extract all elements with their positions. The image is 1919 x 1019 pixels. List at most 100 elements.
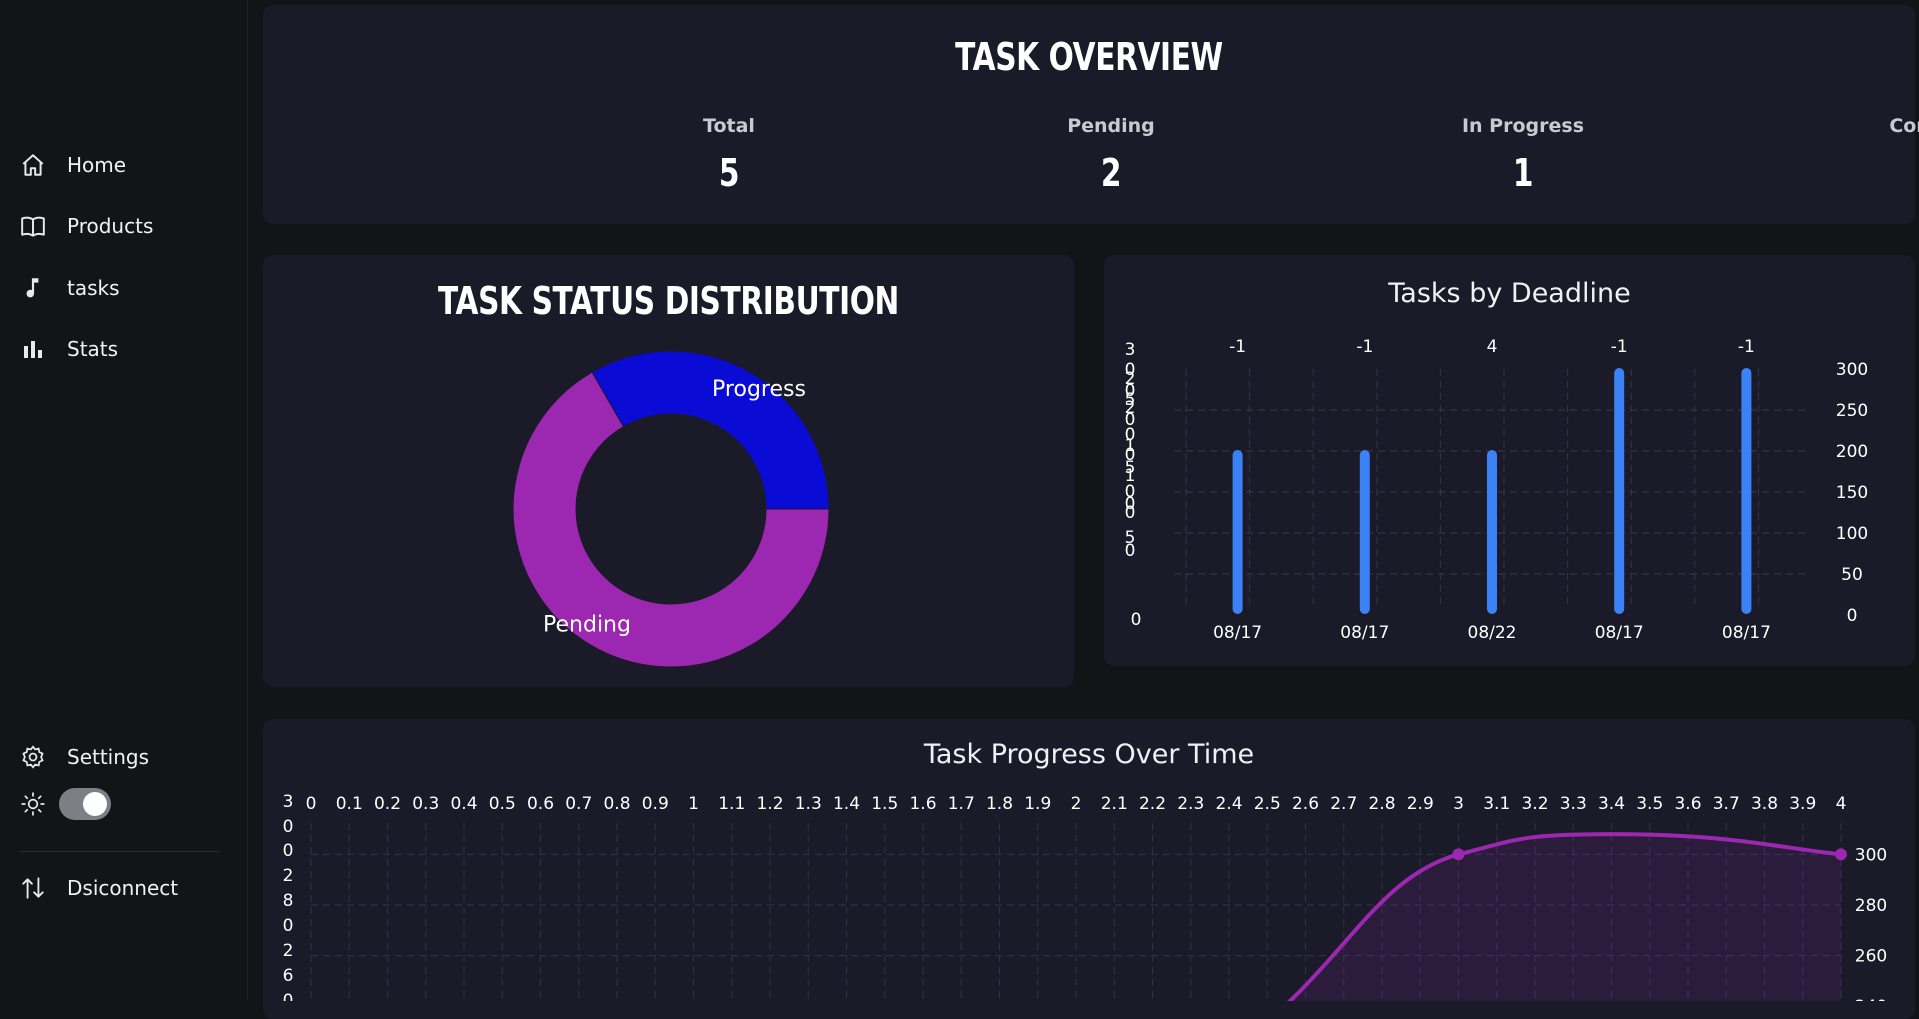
x-tick-label: 2.7	[1330, 794, 1357, 814]
sidebar: Home Products tasks Stats Settings Dsico…	[0, 0, 248, 1001]
y-tick-label: 240	[1855, 997, 1887, 1001]
y-tick-label: 280	[1855, 896, 1887, 916]
sidebar-item-label: Settings	[67, 745, 150, 769]
stat-in-progress: In Progress 1	[1393, 115, 1653, 195]
stat-label: Total	[703, 115, 755, 137]
stat-label: Completed	[1889, 115, 1919, 137]
sidebar-item-stats[interactable]: Stats	[19, 331, 229, 367]
x-tick-label: 0.8	[603, 794, 630, 814]
stat-completed: Completed 0	[1817, 115, 1919, 195]
sidebar-item-label: tasks	[67, 276, 120, 300]
sidebar-item-tasks[interactable]: tasks	[19, 270, 229, 306]
x-tick-label: 1.5	[871, 794, 898, 814]
x-tick-label: 3.2	[1521, 794, 1548, 814]
music-note-icon	[19, 274, 47, 302]
y-tick-label: 3	[1125, 340, 1136, 360]
y-tick-label: 260	[1855, 947, 1887, 967]
x-tick-label: 2	[1071, 794, 1082, 814]
sidebar-item-label: Home	[67, 153, 127, 177]
x-tick-label: 2.3	[1177, 794, 1204, 814]
y-tick-label: 0	[283, 991, 294, 1001]
y-tick-label: 8	[283, 891, 294, 911]
data-point[interactable]	[1452, 848, 1465, 861]
x-tick-label: 0.1	[336, 794, 363, 814]
stat-label: Pending	[1067, 115, 1155, 137]
y-tick-label: 250	[1836, 401, 1868, 421]
x-tick-label: 1.9	[1024, 794, 1051, 814]
x-tick-label: 0.2	[374, 794, 401, 814]
x-tick-label: 0.7	[565, 794, 592, 814]
x-tick-label: 0.5	[489, 794, 516, 814]
x-tick-label: 1	[688, 794, 699, 814]
x-tick-label: 0.6	[527, 794, 554, 814]
disconnect-button[interactable]: Dsiconnect	[19, 870, 229, 906]
sidebar-divider	[19, 851, 219, 852]
disconnect-icon	[19, 874, 47, 902]
x-tick-label: 3.1	[1483, 794, 1510, 814]
y-tick-label: 0	[283, 916, 294, 936]
bar-chart: -108/17-108/17408/22-108/17-108/17300250…	[1125, 337, 1869, 643]
x-tick-label: 1.2	[756, 794, 783, 814]
y-tick-label: 2	[283, 866, 294, 886]
bar-data-label: 4	[1487, 337, 1498, 357]
sidebar-item-label: Stats	[67, 337, 119, 361]
y-tick-label: 0	[1125, 503, 1136, 523]
x-tick-label: 08/17	[1595, 623, 1644, 643]
y-tick-label: 300	[1836, 360, 1868, 380]
x-tick-label: 3.5	[1636, 794, 1663, 814]
book-icon	[19, 212, 47, 240]
x-tick-label: 3.3	[1560, 794, 1587, 814]
x-tick-label: 3	[1453, 794, 1464, 814]
donut-slice-label: Pending	[543, 612, 631, 637]
gear-icon	[19, 743, 47, 771]
x-tick-label: 4	[1836, 794, 1847, 814]
sidebar-item-label: Dsiconnect	[67, 876, 179, 900]
deadline-card: Tasks by Deadline -1 08/17 -1 08/17 4 08/22 -1…	[1104, 255, 1915, 666]
bar-data-label: -1	[1229, 337, 1246, 357]
x-tick-label: 2.1	[1101, 794, 1128, 814]
data-point[interactable]	[1835, 848, 1847, 861]
y-tick-label: 3	[283, 792, 294, 812]
x-tick-label: 0.4	[450, 794, 477, 814]
x-tick-label: 1.7	[948, 794, 975, 814]
x-tick-label: 2.2	[1139, 794, 1166, 814]
overview-title: TASK OVERVIEW	[955, 35, 1223, 79]
donut-chart: Progress Pending	[512, 350, 830, 668]
x-tick-label: 2.6	[1292, 794, 1319, 814]
y-tick-label: 0	[1847, 606, 1858, 626]
y-tick-label: 50	[1841, 565, 1863, 585]
y-tick-label: 300	[1855, 845, 1887, 865]
bar-data-label: -1	[1356, 337, 1373, 357]
x-tick-label: 08/22	[1468, 623, 1517, 643]
area-chart: 0 0.1 0.2 0.3 0.4 0.5 0.6 0.7 0.8 0.9 1 1.1 1.2 1.3 1.…	[283, 792, 1887, 1001]
y-tick-label: 150	[1836, 483, 1868, 503]
x-tick-label: 1.4	[833, 794, 860, 814]
theme-toggle[interactable]	[59, 788, 111, 820]
progress-card: Task Progress Over Time 0 0.1 0.2 0.3 0.4 0.5…	[263, 719, 1915, 1019]
x-tick-label: 1.3	[795, 794, 822, 814]
y-tick-label: 0	[1125, 541, 1136, 561]
stat-value: 2	[1100, 151, 1122, 195]
donut-slice-progress[interactable]	[591, 350, 830, 510]
stat-total: Total 5	[599, 115, 859, 195]
sidebar-item-home[interactable]: Home	[19, 147, 229, 183]
sun-icon	[20, 791, 48, 819]
donut-slice-label: Progress	[712, 377, 806, 402]
x-tick-label: 2.9	[1407, 794, 1434, 814]
x-tick-label: 0.9	[642, 794, 669, 814]
sidebar-item-settings[interactable]: Settings	[19, 739, 229, 775]
x-tick-label: 0	[306, 794, 317, 814]
x-tick-label: 3.7	[1713, 794, 1740, 814]
y-tick-label: 0	[283, 817, 294, 837]
stat-pending: Pending 2	[981, 115, 1241, 195]
y-tick-label: 2	[283, 941, 294, 961]
sidebar-item-products[interactable]: Products	[19, 208, 229, 244]
stat-value: 5	[718, 151, 740, 195]
x-tick-label: 0.3	[412, 794, 439, 814]
toggle-knob	[83, 792, 107, 816]
x-tick-label: 1.6	[909, 794, 936, 814]
area-fill	[1289, 834, 1841, 1001]
bar-data-label: -1	[1738, 337, 1755, 357]
bar-data-label: -1	[1611, 337, 1628, 357]
stat-label: In Progress	[1461, 115, 1585, 137]
